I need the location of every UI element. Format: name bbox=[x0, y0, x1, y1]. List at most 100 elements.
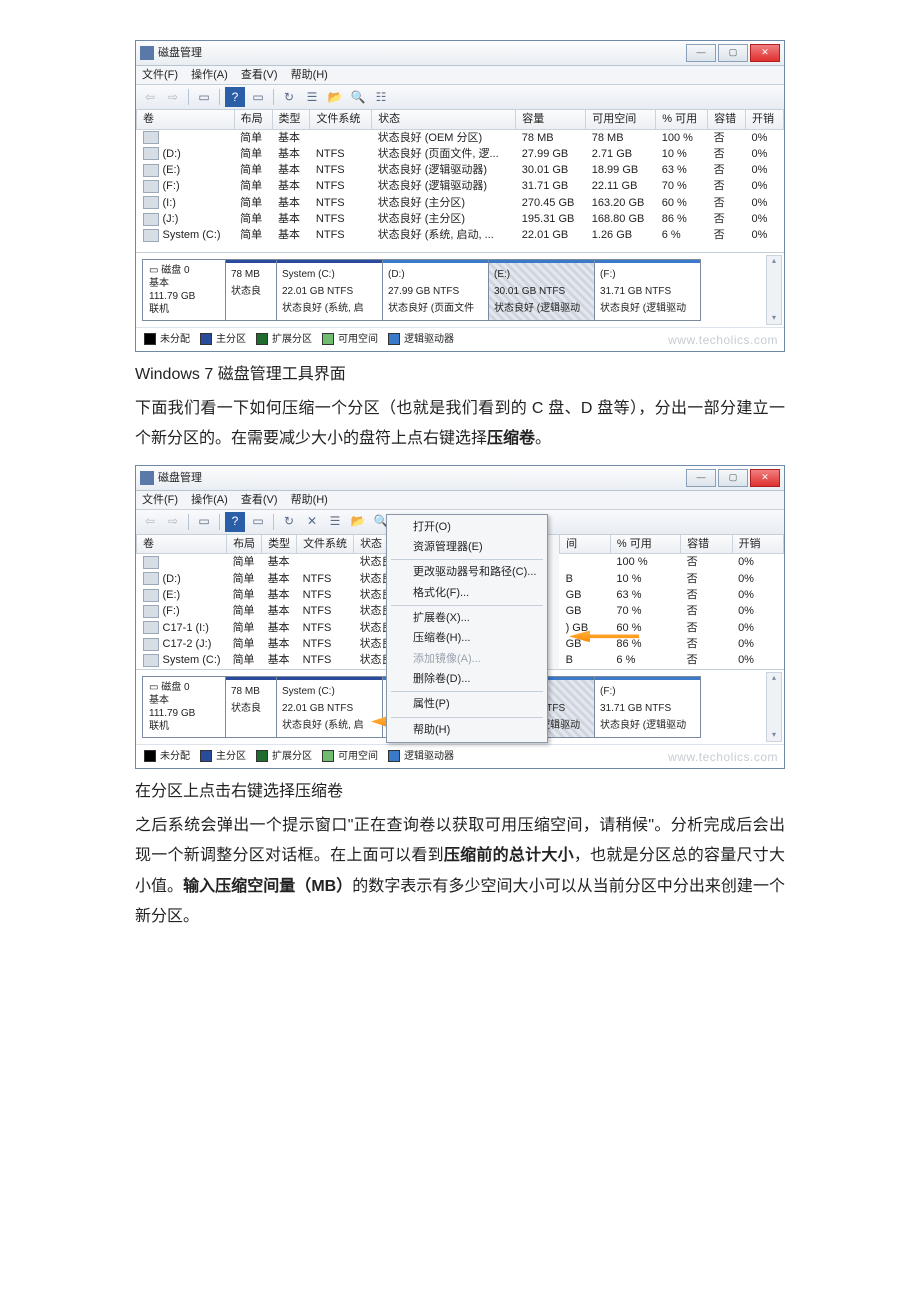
paragraph-1: 下面我们看一下如何压缩一个分区（也就是我们看到的 C 盘、D 盘等），分出一部分… bbox=[135, 394, 785, 455]
up-icon[interactable]: ▭ bbox=[194, 87, 214, 107]
props-icon[interactable]: ▭ bbox=[248, 87, 268, 107]
open-icon[interactable]: 📂 bbox=[325, 87, 345, 107]
volume-table: 卷布局类型文件系统状态容量可用空间% 可用容错开销 简单基本状态良好 (OEM … bbox=[136, 110, 784, 251]
table-row[interactable]: (F:)简单基本NTFS状态良 bbox=[137, 603, 399, 619]
table-row[interactable]: (F:)简单基本NTFS状态良好 (逻辑驱动器)31.71 GB22.11 GB… bbox=[137, 178, 784, 194]
paragraph-2: 之后系统会弹出一个提示窗口"正在查询卷以获取可用压缩空间，请稍候"。分析完成后会… bbox=[135, 811, 785, 933]
table-row[interactable]: (D:)简单基本NTFS状态良好 (页面文件, 逻...27.99 GB2.71… bbox=[137, 146, 784, 162]
refresh-icon[interactable]: ↻ bbox=[279, 512, 299, 532]
col-header[interactable]: % 可用 bbox=[656, 110, 708, 129]
context-menu-item[interactable]: 资源管理器(E) bbox=[387, 537, 547, 557]
open-icon[interactable]: 📂 bbox=[348, 512, 368, 532]
close-button[interactable]: ✕ bbox=[750, 469, 780, 487]
list-icon[interactable]: ☷ bbox=[371, 87, 391, 107]
up-icon[interactable]: ▭ bbox=[194, 512, 214, 532]
table-row[interactable]: (E:)简单基本NTFS状态良 bbox=[137, 587, 399, 603]
table-row[interactable]: C17-1 (I:)简单基本NTFS状态良 bbox=[137, 620, 399, 636]
maximize-button[interactable]: ▢ bbox=[718, 469, 748, 487]
caption-2: 在分区上点击右键选择压缩卷 bbox=[135, 777, 785, 807]
col-header[interactable]: 状态 bbox=[372, 110, 516, 129]
window-controls: — ▢ ✕ bbox=[686, 44, 780, 62]
partition-c[interactable]: System (C:) 22.01 GB NTFS 状态良好 (系统, 启 bbox=[277, 676, 383, 738]
col-header[interactable]: 类型 bbox=[272, 110, 310, 129]
toolbar: ⇦ ⇨ ▭ ? ▭ ↻ ☰ 📂 🔍 ☷ bbox=[136, 85, 784, 110]
window-title: 磁盘管理 bbox=[158, 46, 202, 60]
col-header[interactable]: 文件系统 bbox=[310, 110, 372, 129]
table-row[interactable]: (I:)简单基本NTFS状态良好 (主分区)270.45 GB163.20 GB… bbox=[137, 195, 784, 211]
close-button[interactable]: ✕ bbox=[750, 44, 780, 62]
settings-icon[interactable]: ☰ bbox=[302, 87, 322, 107]
maximize-button[interactable]: ▢ bbox=[718, 44, 748, 62]
partition-reserved[interactable]: 78 MB 状态良 bbox=[226, 676, 277, 738]
back-icon[interactable]: ⇦ bbox=[140, 87, 160, 107]
col-header[interactable]: 容错 bbox=[708, 110, 746, 129]
context-menu-item: 添加镜像(A)... bbox=[387, 649, 547, 669]
partition-reserved[interactable]: 78 MB 状态良 bbox=[226, 259, 277, 321]
partition-d[interactable]: (D:) 27.99 GB NTFS 状态良好 (页面文件 bbox=[383, 259, 489, 321]
help-icon[interactable]: ? bbox=[225, 512, 245, 532]
menu-bar: 文件(F) 操作(A) 查看(V) 帮助(H) bbox=[136, 66, 784, 85]
table-row[interactable]: B10 %否0% bbox=[560, 571, 784, 587]
partition-f[interactable]: (F:) 31.71 GB NTFS 状态良好 (逻辑驱动 bbox=[595, 676, 701, 738]
caption-1: Windows 7 磁盘管理工具界面 bbox=[135, 360, 785, 390]
table-row[interactable]: C17-2 (J:)简单基本NTFS状态良 bbox=[137, 636, 399, 652]
context-menu-item[interactable]: 扩展卷(X)... bbox=[387, 608, 547, 628]
partition-c[interactable]: System (C:) 22.01 GB NTFS 状态良好 (系统, 启 bbox=[277, 259, 383, 321]
minimize-button[interactable]: — bbox=[686, 44, 716, 62]
scrollbar[interactable]: ▴▾ bbox=[766, 672, 782, 742]
col-header[interactable]: 可用空间 bbox=[586, 110, 656, 129]
menu-action[interactable]: 操作(A) bbox=[191, 493, 228, 507]
context-menu-item[interactable]: 格式化(F)... bbox=[387, 583, 547, 603]
table-row[interactable]: 简单基本状态良 bbox=[137, 554, 399, 571]
table-row[interactable]: (D:)简单基本NTFS状态良 bbox=[137, 571, 399, 587]
menu-file[interactable]: 文件(F) bbox=[142, 68, 178, 82]
back-icon[interactable]: ⇦ bbox=[140, 512, 160, 532]
context-menu-item[interactable]: 打开(O) bbox=[387, 517, 547, 537]
find-icon[interactable]: 🔍 bbox=[348, 87, 368, 107]
col-header[interactable]: 容量 bbox=[516, 110, 586, 129]
disk-info: ▭ 磁盘 0 基本 111.79 GB 联机 bbox=[142, 259, 226, 321]
volume-table-left: 卷布局类型文件系统状态 简单基本状态良(D:)简单基本NTFS状态良(E:)简单… bbox=[136, 535, 399, 668]
context-menu-item[interactable]: 更改驱动器号和路径(C)... bbox=[387, 562, 547, 582]
table-row[interactable]: 简单基本状态良好 (OEM 分区)78 MB78 MB100 %否0% bbox=[137, 129, 784, 146]
partition-f[interactable]: (F:) 31.71 GB NTFS 状态良好 (逻辑驱动 bbox=[595, 259, 701, 321]
table-row[interactable]: System (C:)简单基本NTFS状态良 bbox=[137, 652, 399, 668]
refresh-icon[interactable]: ↻ bbox=[279, 87, 299, 107]
minimize-button[interactable]: — bbox=[686, 469, 716, 487]
table-row[interactable]: (E:)简单基本NTFS状态良好 (逻辑驱动器)30.01 GB18.99 GB… bbox=[137, 162, 784, 178]
menu-file[interactable]: 文件(F) bbox=[142, 493, 178, 507]
table-row[interactable]: GB70 %否0% bbox=[560, 603, 784, 619]
context-menu-item[interactable]: 属性(P) bbox=[387, 694, 547, 714]
menu-help[interactable]: 帮助(H) bbox=[291, 493, 328, 507]
title-bar: 磁盘管理 — ▢ ✕ bbox=[136, 466, 784, 491]
scrollbar[interactable]: ▴▾ bbox=[766, 255, 782, 325]
table-row[interactable]: GB63 %否0% bbox=[560, 587, 784, 603]
context-menu-item[interactable]: 帮助(H) bbox=[387, 720, 547, 740]
watermark: www.techolics.com bbox=[668, 333, 778, 349]
col-header[interactable]: 布局 bbox=[234, 110, 272, 129]
disk-layout-panel: ▭ 磁盘 0 基本 111.79 GB 联机 78 MB 状态良 System … bbox=[136, 252, 784, 327]
help-icon[interactable]: ? bbox=[225, 87, 245, 107]
menu-help[interactable]: 帮助(H) bbox=[291, 68, 328, 82]
table-row[interactable]: B6 %否0% bbox=[560, 652, 784, 668]
delete-icon[interactable]: ✕ bbox=[302, 512, 322, 532]
watermark: www.techolics.com bbox=[668, 750, 778, 766]
app-icon bbox=[140, 471, 154, 485]
forward-icon[interactable]: ⇨ bbox=[163, 512, 183, 532]
col-header[interactable]: 卷 bbox=[137, 110, 235, 129]
forward-icon[interactable]: ⇨ bbox=[163, 87, 183, 107]
settings-icon[interactable]: ☰ bbox=[325, 512, 345, 532]
volume-table-right: 间% 可用容错开销 100 %否0%B10 %否0%GB63 %否0%GB70 … bbox=[559, 535, 784, 668]
col-header[interactable]: 开销 bbox=[746, 110, 784, 129]
context-menu-item[interactable]: 压缩卷(H)... bbox=[387, 628, 547, 648]
menu-view[interactable]: 查看(V) bbox=[241, 68, 278, 82]
context-menu-item[interactable]: 删除卷(D)... bbox=[387, 669, 547, 689]
menu-view[interactable]: 查看(V) bbox=[241, 493, 278, 507]
table-row[interactable]: (J:)简单基本NTFS状态良好 (主分区)195.31 GB168.80 GB… bbox=[137, 211, 784, 227]
props-icon[interactable]: ▭ bbox=[248, 512, 268, 532]
partition-e[interactable]: (E:) 30.01 GB NTFS 状态良好 (逻辑驱动 bbox=[489, 259, 595, 321]
table-row[interactable]: System (C:)简单基本NTFS状态良好 (系统, 启动, ...22.0… bbox=[137, 227, 784, 243]
context-menu: 打开(O)资源管理器(E) 更改驱动器号和路径(C)...格式化(F)... 扩展卷… bbox=[386, 514, 548, 743]
table-row[interactable]: 100 %否0% bbox=[560, 554, 784, 571]
menu-action[interactable]: 操作(A) bbox=[191, 68, 228, 82]
